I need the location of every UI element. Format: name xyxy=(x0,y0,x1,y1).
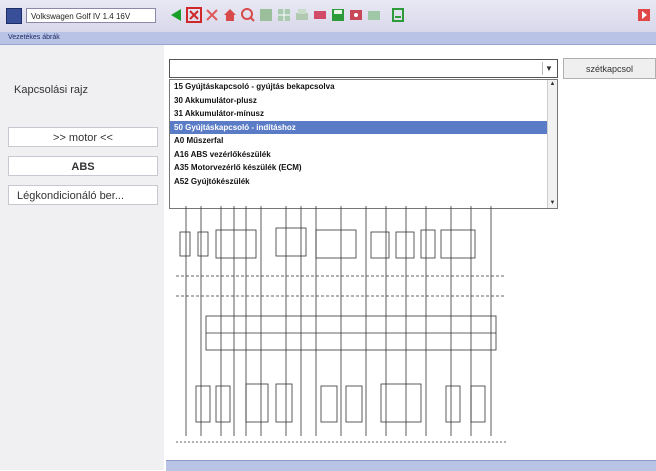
scroll-up-icon[interactable]: ▲ xyxy=(548,80,557,89)
chevron-down-icon[interactable]: ▼ xyxy=(542,62,555,75)
back-arrow-icon[interactable] xyxy=(168,7,184,23)
layers-icon[interactable] xyxy=(366,7,382,23)
subtitle-strip: Vezetékes ábrák xyxy=(0,32,656,45)
abs-button[interactable]: ABS xyxy=(8,156,158,176)
connector-icon[interactable] xyxy=(312,7,328,23)
print-icon[interactable] xyxy=(294,7,310,23)
subtitle-label: Vezetékes ábrák xyxy=(8,34,60,41)
option-item-selected[interactable]: 50 Gyújtáskapcsoló - indításhoz xyxy=(170,120,557,134)
disconnect-button[interactable]: szétkapcsol xyxy=(563,58,656,79)
grid-icon[interactable] xyxy=(276,7,292,23)
component-select[interactable]: ▼ xyxy=(169,59,558,78)
component-option-list[interactable]: 15 Gyújtáskapcsoló - gyújtás bekapcsolva… xyxy=(169,79,558,209)
settings-icon[interactable] xyxy=(348,7,364,23)
motor-button[interactable]: >> motor << xyxy=(8,127,158,147)
export-icon[interactable] xyxy=(390,7,406,23)
air-conditioning-button[interactable]: Légkondicionáló ber... xyxy=(8,185,158,205)
option-item[interactable]: A0 Műszerfal xyxy=(170,134,557,148)
wiring-icon[interactable] xyxy=(186,7,202,23)
option-item[interactable]: A16 ABS vezérlőkészülék xyxy=(170,148,557,162)
save-icon[interactable] xyxy=(330,7,346,23)
left-panel xyxy=(0,45,164,470)
vehicle-title-field[interactable]: Volkswagen Golf IV 1.4 16V xyxy=(26,8,156,23)
diagram-label: Kapcsolási rajz xyxy=(14,84,88,96)
home-icon[interactable] xyxy=(222,7,238,23)
close-icon[interactable] xyxy=(636,7,652,23)
search-icon[interactable] xyxy=(240,7,256,23)
wiring-diagram[interactable] xyxy=(166,206,656,460)
status-bar xyxy=(166,460,656,471)
list-scrollbar[interactable]: ▲ ▼ xyxy=(547,80,557,208)
app-logo-icon[interactable] xyxy=(6,8,22,24)
option-item[interactable]: A35 Motorvezérlő készülék (ECM) xyxy=(170,161,557,175)
option-item[interactable]: 31 Akkumulátor-mínusz xyxy=(170,107,557,121)
option-item[interactable]: 15 Gyújtáskapcsoló - gyújtás bekapcsolva xyxy=(170,80,557,94)
zoom-icon[interactable] xyxy=(258,7,274,23)
toolbar: Volkswagen Golf IV 1.4 16V xyxy=(0,0,656,33)
tools-icon[interactable] xyxy=(204,7,220,23)
option-item[interactable]: A52 Gyújtókészülék xyxy=(170,175,557,189)
option-item[interactable]: 30 Akkumulátor-plusz xyxy=(170,94,557,108)
